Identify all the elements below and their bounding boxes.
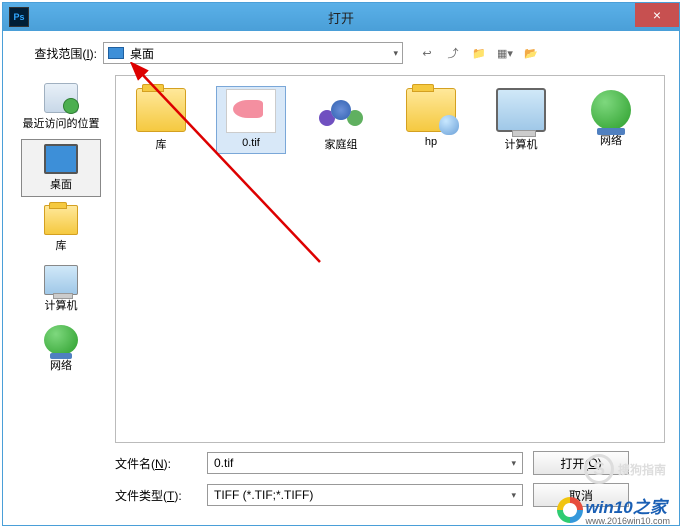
sidebar-item-computer[interactable]: 计算机 (21, 261, 101, 317)
homegroup-file-icon (316, 88, 366, 132)
sogou-logo-icon: S (584, 454, 614, 484)
view-menu-icon[interactable]: ▦▾ (497, 45, 513, 61)
chevron-down-icon: ▾ (511, 458, 516, 469)
lookin-value: 桌面 (130, 45, 154, 62)
lookin-row: 查找范围(I): 桌面 ▾ ↩ ⤴ 📁 ▦▾ 📂 (17, 41, 665, 65)
filename-label-key: N (155, 457, 164, 471)
lookin-label: 查找范围(I): (17, 45, 97, 62)
file-item-label: 库 (156, 136, 167, 152)
file-item-library[interactable]: 库 (126, 86, 196, 154)
file-item-network[interactable]: 网络 (576, 86, 646, 154)
sidebar-item-recent[interactable]: 最近访问的位置 (21, 79, 101, 135)
watermark-win10: win10之家 www.2016win10.com (557, 493, 670, 526)
file-item-homegroup[interactable]: 家庭组 (306, 86, 376, 154)
dialog-title: 打开 (328, 8, 354, 27)
watermark-sogou-text: 搜狗指南 (618, 461, 666, 478)
library-file-icon (136, 88, 186, 132)
watermark-win10-sub: www.2016win10.com (585, 516, 670, 526)
places-sidebar: 最近访问的位置桌面库计算机网络 (17, 75, 105, 443)
filename-label-post: ): (164, 457, 171, 471)
desktop-icon (108, 47, 124, 59)
sidebar-item-label: 最近访问的位置 (23, 115, 100, 131)
library-icon (44, 205, 78, 235)
0tif-file-icon (226, 89, 276, 133)
dialog-content: 查找范围(I): 桌面 ▾ ↩ ⤴ 📁 ▦▾ 📂 最近访问的位置桌面库计算机网络… (3, 31, 679, 525)
file-item-0tif[interactable]: 0.tif (216, 86, 286, 154)
desktop-icon (44, 144, 78, 174)
file-list-area[interactable]: 库 0.tif 家庭组 hp 计算机 网络 (115, 75, 665, 443)
filetype-value: TIFF (*.TIF;*.TIFF) (214, 488, 313, 502)
file-item-label: hp (425, 136, 437, 148)
photoshop-icon: Ps (9, 7, 29, 27)
chevron-down-icon: ▾ (393, 48, 398, 59)
filename-value: 0.tif (214, 456, 233, 470)
main-row: 最近访问的位置桌面库计算机网络 库0.tif家庭组hp计算机网络 (17, 75, 665, 443)
watermark-sogou: S 搜狗指南 (584, 454, 666, 484)
titlebar: Ps 打开 × (3, 3, 679, 31)
sidebar-item-desktop[interactable]: 桌面 (21, 139, 101, 197)
file-item-label: 计算机 (505, 136, 538, 152)
filetype-label-post: ): (174, 489, 181, 503)
sidebar-item-library[interactable]: 库 (21, 201, 101, 257)
lookin-label-post: ): (90, 47, 97, 61)
sidebar-item-label: 桌面 (50, 176, 72, 192)
filename-row: 文件名(N): 0.tif ▾ 打开(O) (115, 451, 665, 475)
hp-file-icon (406, 88, 456, 132)
filename-combobox[interactable]: 0.tif ▾ (207, 452, 523, 474)
filetype-combobox[interactable]: TIFF (*.TIF;*.TIFF) ▾ (207, 484, 523, 506)
file-item-label: 0.tif (242, 137, 260, 149)
open-dialog: Ps 打开 × 查找范围(I): 桌面 ▾ ↩ ⤴ 📁 ▦▾ 📂 最近访问的位置… (2, 2, 680, 526)
file-item-hp[interactable]: hp (396, 86, 466, 154)
lookin-label-pre: 查找范围( (34, 47, 86, 61)
options-icon[interactable]: 📂 (523, 45, 539, 61)
computer-file-icon (496, 88, 546, 132)
file-item-label: 家庭组 (325, 136, 358, 152)
chevron-down-icon: ▾ (511, 490, 516, 501)
watermark-win10-main: win10之家 (585, 498, 666, 517)
lookin-combobox[interactable]: 桌面 ▾ (103, 42, 403, 64)
sidebar-item-label: 网络 (50, 357, 72, 373)
file-icons-row: 库 0.tif 家庭组 hp 计算机 网络 (126, 86, 654, 154)
new-folder-icon[interactable]: 📁 (471, 45, 487, 61)
file-item-computer[interactable]: 计算机 (486, 86, 556, 154)
filetype-label: 文件类型(T): (115, 487, 197, 504)
back-icon[interactable]: ↩ (419, 45, 435, 61)
filetype-label-pre: 文件类型( (115, 489, 167, 503)
sidebar-item-label: 计算机 (45, 297, 78, 313)
filename-label-pre: 文件名( (115, 457, 155, 471)
network-file-icon (591, 90, 631, 130)
filename-label: 文件名(N): (115, 455, 197, 472)
sidebar-item-network[interactable]: 网络 (21, 321, 101, 377)
network-icon (44, 325, 78, 355)
sidebar-item-label: 库 (56, 237, 67, 253)
up-icon[interactable]: ⤴ (445, 45, 461, 61)
computer-icon (44, 265, 78, 295)
toolbar-icons: ↩ ⤴ 📁 ▦▾ 📂 (419, 45, 539, 61)
close-button[interactable]: × (635, 3, 679, 27)
recent-icon (44, 83, 78, 113)
win10-logo-icon (557, 497, 583, 523)
